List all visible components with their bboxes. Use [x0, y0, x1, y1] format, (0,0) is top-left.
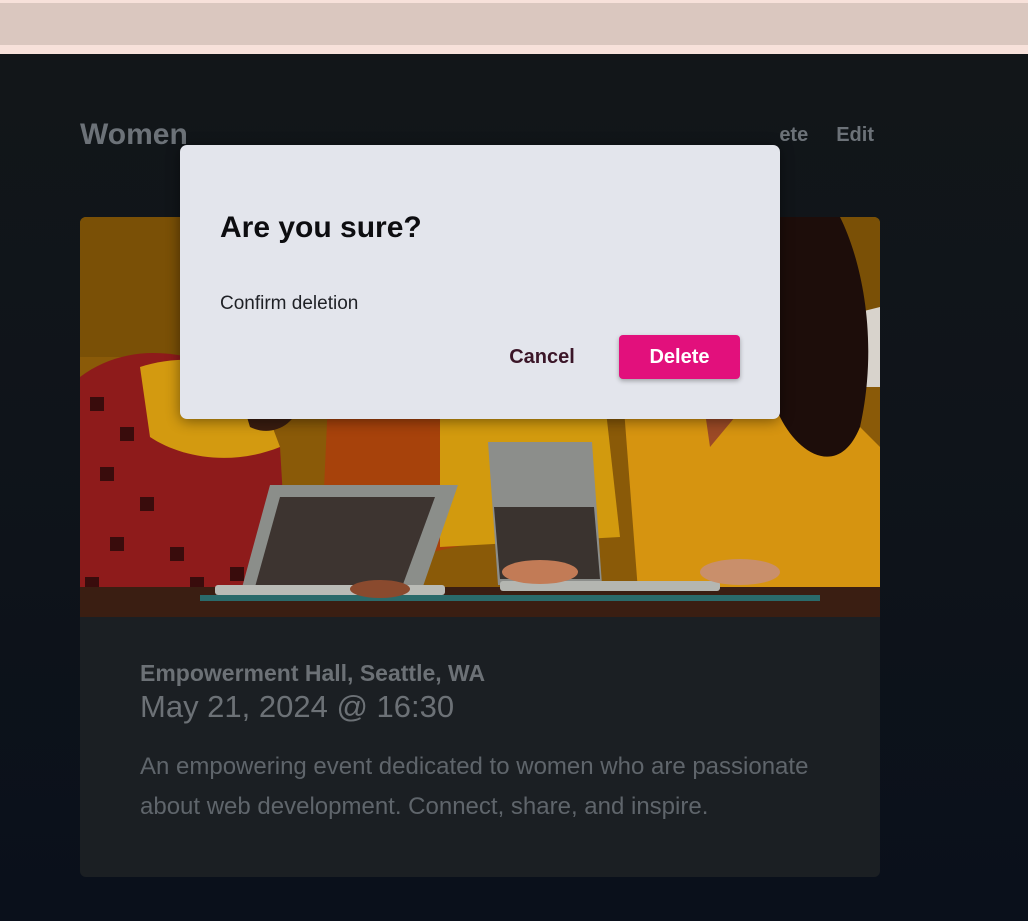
- edit-link[interactable]: Edit: [836, 124, 874, 147]
- event-datetime: May 21, 2024 @ 16:30: [140, 689, 455, 724]
- confirm-delete-dialog: Are you sure? Confirm deletion Cancel De…: [180, 145, 780, 419]
- delete-button[interactable]: Delete: [619, 335, 740, 379]
- dialog-title: Are you sure?: [220, 211, 422, 244]
- event-venue: Empowerment Hall, Seattle, WA: [140, 660, 486, 686]
- event-description: An empowering event dedicated to women w…: [140, 753, 809, 820]
- event-details: Empowerment Hall, Seattle, WA May 21, 20…: [140, 657, 820, 827]
- header-actions: ete Edit: [779, 124, 874, 147]
- cancel-button[interactable]: Cancel: [487, 335, 597, 379]
- delete-link[interactable]: ete: [779, 124, 808, 147]
- dialog-message: Confirm deletion: [220, 293, 359, 314]
- top-band: [0, 0, 1028, 54]
- page-title: Women: [80, 118, 188, 151]
- top-band-inner: [0, 3, 1028, 45]
